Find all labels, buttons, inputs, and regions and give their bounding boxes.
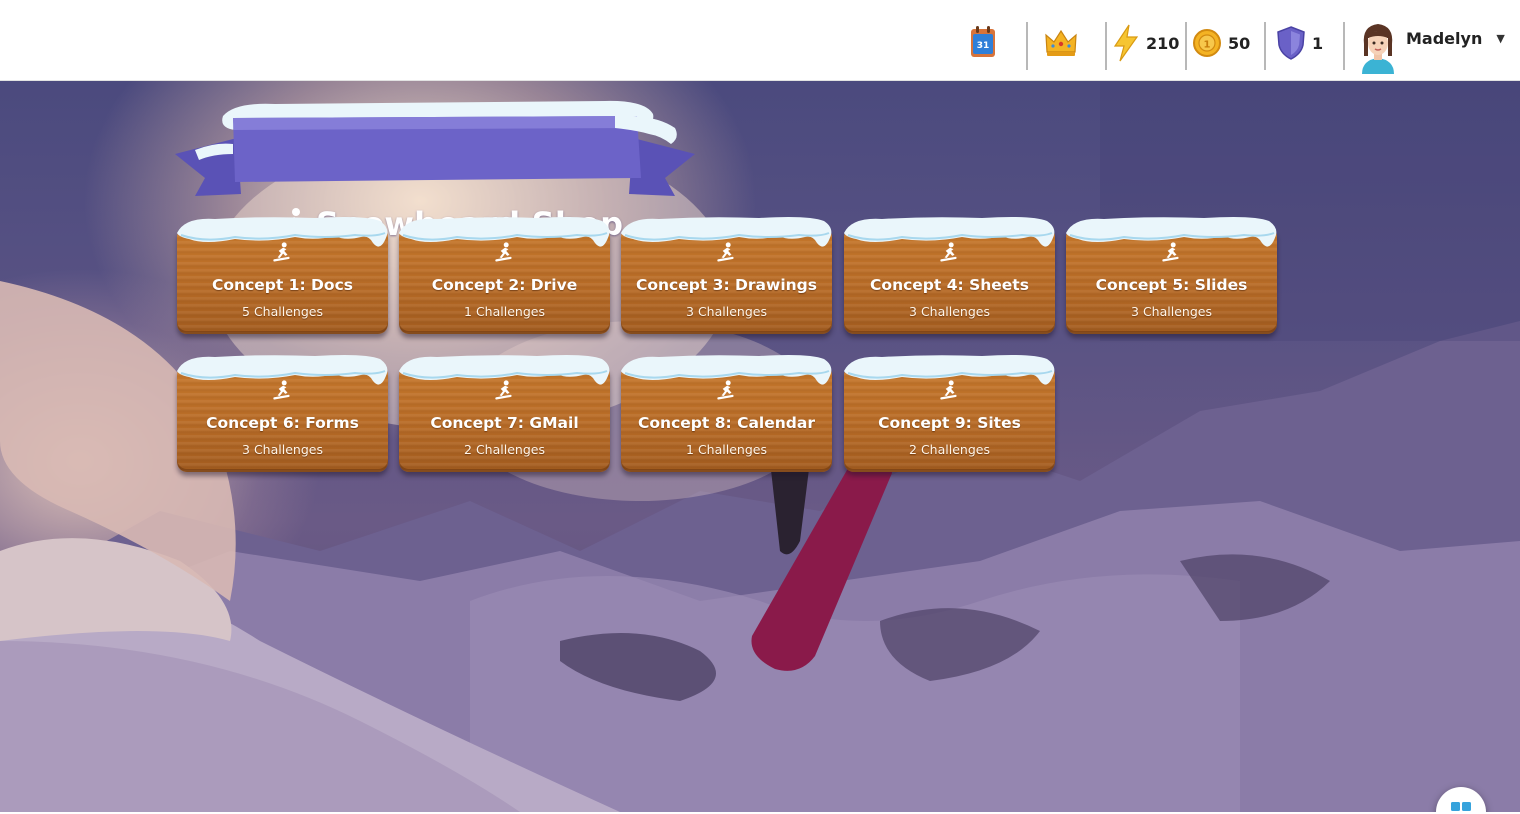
concept-challenge-count: 5 Challenges <box>242 304 323 319</box>
snowboarder-icon <box>495 242 512 262</box>
divider <box>1026 22 1028 70</box>
coin-icon: 1 <box>1193 29 1221 57</box>
snowboarder-icon <box>495 380 512 400</box>
concept-title: Concept 6: Forms <box>206 414 359 432</box>
calendar-icon: 31 <box>971 26 995 57</box>
concept-challenge-count: 3 Challenges <box>242 442 323 457</box>
concept-card[interactable]: Concept 3: Drawings 3 Challenges <box>621 213 832 334</box>
grid-icon <box>1451 802 1471 811</box>
concept-challenge-count: 2 Challenges <box>909 442 990 457</box>
concept-card[interactable]: Concept 9: Sites 2 Challenges <box>844 351 1055 472</box>
snowboarder-icon <box>1162 242 1179 262</box>
concept-title: Concept 4: Sheets <box>870 276 1029 294</box>
concept-card[interactable]: Concept 5: Slides 3 Challenges <box>1066 213 1277 334</box>
shop-banner <box>175 100 695 196</box>
snowboarder-icon <box>273 380 290 400</box>
snowboarder-icon <box>717 242 734 262</box>
avatar <box>1362 24 1394 74</box>
concept-title: Concept 2: Drive <box>431 276 578 294</box>
concept-card[interactable]: Concept 8: Calendar 1 Challenges <box>621 351 832 472</box>
divider <box>1343 22 1345 70</box>
energy-value: 210 <box>1146 33 1180 53</box>
divider <box>1105 22 1107 70</box>
concept-title: Concept 3: Drawings <box>636 276 817 294</box>
calendar-button[interactable]: 31 <box>968 22 998 64</box>
coins-stat[interactable]: 1 50 <box>1192 22 1250 64</box>
concept-card[interactable]: Concept 6: Forms 3 Challenges <box>177 351 388 472</box>
concept-card[interactable]: Concept 7: GMail 2 Challenges <box>399 351 610 472</box>
divider <box>1264 22 1266 70</box>
concept-title: Concept 5: Slides <box>1095 276 1248 294</box>
concept-card[interactable]: Concept 1: Docs 5 Challenges <box>177 213 388 334</box>
concept-card[interactable]: Concept 4: Sheets 3 Challenges <box>844 213 1055 334</box>
concept-card[interactable]: Concept 2: Drive 1 Challenges <box>399 213 610 334</box>
energy-stat[interactable]: 210 <box>1112 22 1179 64</box>
concept-challenge-count: 3 Challenges <box>909 304 990 319</box>
concept-challenge-count: 3 Challenges <box>1131 304 1212 319</box>
concept-challenge-count: 3 Challenges <box>686 304 767 319</box>
leaderboard-button[interactable] <box>1044 22 1078 64</box>
snowboarder-icon <box>717 380 734 400</box>
concept-title: Concept 8: Calendar <box>638 414 815 432</box>
shields-stat[interactable]: 1 <box>1276 22 1323 64</box>
shields-value: 1 <box>1312 33 1324 53</box>
concept-title: Concept 9: Sites <box>878 414 1021 432</box>
shield-icon <box>1277 26 1305 60</box>
concept-challenge-count: 1 Challenges <box>464 304 545 319</box>
concept-title: Concept 1: Docs <box>212 276 353 294</box>
concept-challenge-count: 1 Challenges <box>686 442 767 457</box>
divider <box>1185 22 1187 70</box>
user-name: Madelyn <box>1406 29 1483 48</box>
scene-background: Snowboard Shop Concept 1: Docs5 Challeng… <box>0 81 1520 812</box>
user-menu[interactable]: Madelyn ▼ <box>1358 20 1505 74</box>
snowboarder-icon <box>940 242 957 262</box>
crown-icon <box>1045 29 1077 56</box>
lightning-icon <box>1113 24 1139 62</box>
snowboarder-icon <box>940 380 957 400</box>
calendar-day: 31 <box>977 41 990 51</box>
top-bar: 31 210 1 50 1 Madelyn ▼ <box>0 0 1520 81</box>
snowboarder-icon <box>273 242 290 262</box>
svg-text:1: 1 <box>1204 40 1211 51</box>
chevron-down-icon: ▼ <box>1496 32 1505 45</box>
concept-title: Concept 7: GMail <box>430 414 579 432</box>
coins-value: 50 <box>1228 33 1251 53</box>
concept-challenge-count: 2 Challenges <box>464 442 545 457</box>
